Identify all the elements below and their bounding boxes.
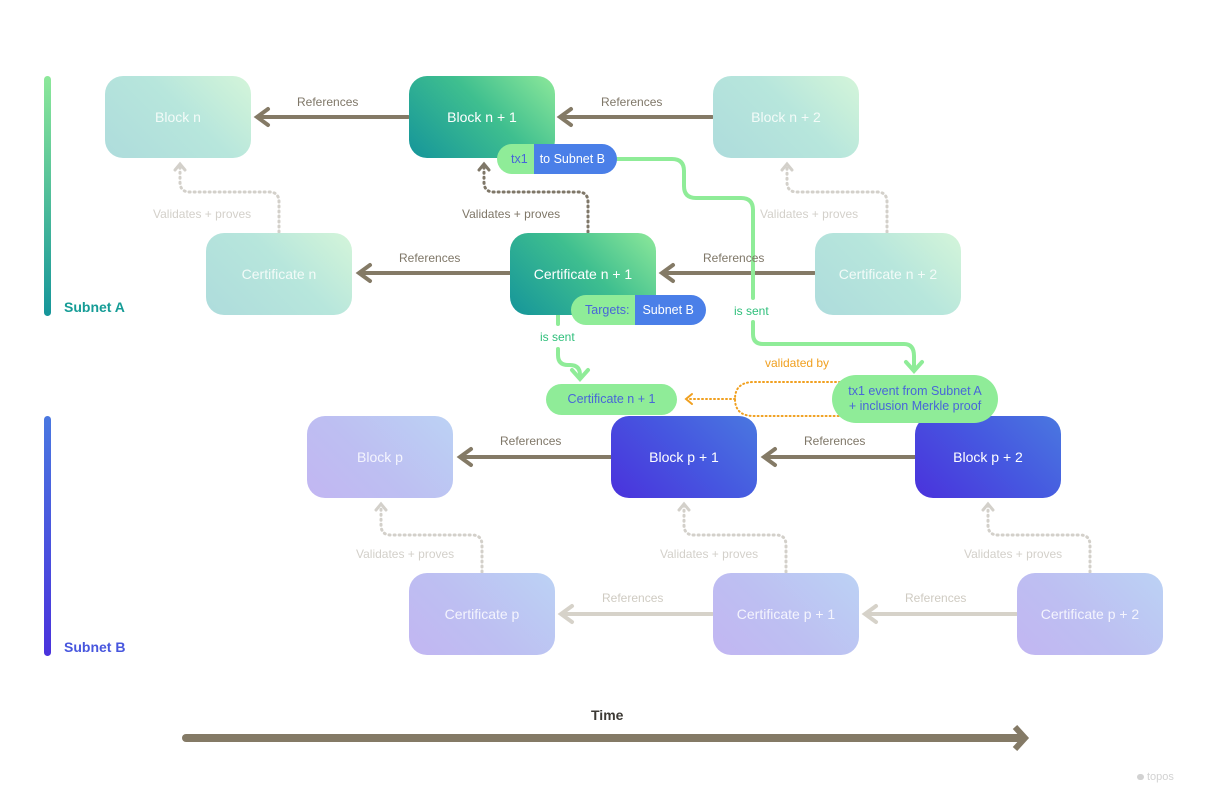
certificate-n[interactable]: Certificate n [206, 233, 352, 315]
reference-arrow-cert-p1-to-p [557, 604, 714, 624]
references-label: References [297, 95, 359, 109]
references-label: References [804, 434, 866, 448]
validates-arrow-cert-n [173, 161, 281, 234]
targets-label: Targets: [571, 295, 636, 325]
references-label: References [500, 434, 562, 448]
to-subnet-b-label: to Subnet B [533, 144, 618, 174]
references-label: References [703, 251, 765, 265]
reference-arrow-cert-n1-to-n [355, 263, 512, 283]
block-n-label: Block n [155, 109, 201, 125]
block-p-plus-2-label: Block p + 2 [953, 449, 1023, 465]
block-p-plus-1[interactable]: Block p + 1 [611, 416, 757, 498]
references-label: References [399, 251, 461, 265]
block-p-plus-1-label: Block p + 1 [649, 449, 719, 465]
block-p-label: Block p [357, 449, 403, 465]
topos-logo-icon [1137, 774, 1144, 780]
is-sent-label-tx: is sent [734, 304, 769, 318]
tx1-label: tx1 [497, 144, 534, 174]
topos-watermark-text: topos [1147, 771, 1174, 783]
validates-arrow-cert-p1 [677, 501, 788, 574]
certificate-p-plus-2[interactable]: Certificate p + 2 [1017, 573, 1163, 655]
reference-arrow-block-p2-to-p1 [760, 447, 917, 467]
reference-arrow-cert-p2-to-p1 [861, 604, 1018, 624]
certificate-n-label: Certificate n [241, 266, 317, 282]
validates-proves-label: Validates + proves [660, 547, 759, 561]
validates-proves-label: Validates + proves [153, 207, 252, 221]
subnet-a-bar [44, 76, 51, 316]
block-n[interactable]: Block n [105, 76, 251, 158]
references-label: References [601, 95, 663, 109]
certificate-n-plus-2-label: Certificate n + 2 [838, 266, 938, 282]
time-axis-label: Time [591, 707, 624, 723]
references-label: References [905, 591, 967, 605]
targets-subnet-label: Subnet B [635, 295, 706, 325]
certificate-p[interactable]: Certificate p [409, 573, 555, 655]
validates-proves-label: Validates + proves [462, 207, 561, 221]
validates-arrow-cert-n2 [780, 161, 889, 234]
received-certificate-pill[interactable]: Certificate n + 1 [546, 384, 677, 415]
certificate-p-plus-1[interactable]: Certificate p + 1 [713, 573, 859, 655]
subnet-b-label: Subnet B [64, 639, 126, 655]
validated-by-label: validated by [765, 356, 830, 370]
certificate-p-plus-2-label: Certificate p + 2 [1040, 606, 1140, 622]
certificate-p-plus-1-label: Certificate p + 1 [736, 606, 836, 622]
subnet-b-bar [44, 416, 51, 656]
topos-watermark: topos [1137, 771, 1174, 783]
event-proof-line2: + inclusion Merkle proof [848, 399, 982, 413]
validates-arrow-cert-p2 [981, 501, 1092, 574]
targets-subnet-b-pill: Targets: Subnet B [571, 295, 706, 325]
certificate-n-plus-1-label: Certificate n + 1 [533, 266, 633, 282]
references-label: References [602, 591, 664, 605]
certificate-p-label: Certificate p [444, 606, 520, 622]
tx1-to-subnet-b-pill: tx1 to Subnet B [497, 144, 618, 174]
certificate-n-plus-2[interactable]: Certificate n + 2 [815, 233, 961, 315]
block-n-plus-2[interactable]: Block n + 2 [713, 76, 859, 158]
validates-arrow-cert-n1 [477, 161, 590, 234]
reference-arrow-block-n1-to-n [253, 107, 410, 127]
time-axis-arrow [182, 724, 1030, 752]
block-n-plus-1-label: Block n + 1 [447, 109, 517, 125]
event-proof-line1: tx1 event from Subnet A [848, 384, 982, 398]
validates-proves-label: Validates + proves [356, 547, 455, 561]
validates-arrow-cert-p [374, 501, 484, 574]
event-proof-pill[interactable]: tx1 event from Subnet A + inclusion Merk… [832, 375, 998, 423]
block-n-plus-2-label: Block n + 2 [751, 109, 821, 125]
received-certificate-label: Certificate n + 1 [567, 392, 656, 406]
reference-arrow-block-p1-to-p [456, 447, 613, 467]
block-p-plus-2[interactable]: Block p + 2 [915, 416, 1061, 498]
validates-proves-label: Validates + proves [964, 547, 1063, 561]
validates-proves-label: Validates + proves [760, 207, 859, 221]
reference-arrow-block-n2-to-n1 [556, 107, 714, 127]
validated-by-arrow [684, 381, 841, 417]
block-p[interactable]: Block p [307, 416, 453, 498]
reference-arrow-cert-n2-to-n1 [658, 263, 816, 283]
subnet-a-label: Subnet A [64, 299, 125, 315]
is-sent-label-certificate: is sent [540, 330, 575, 344]
